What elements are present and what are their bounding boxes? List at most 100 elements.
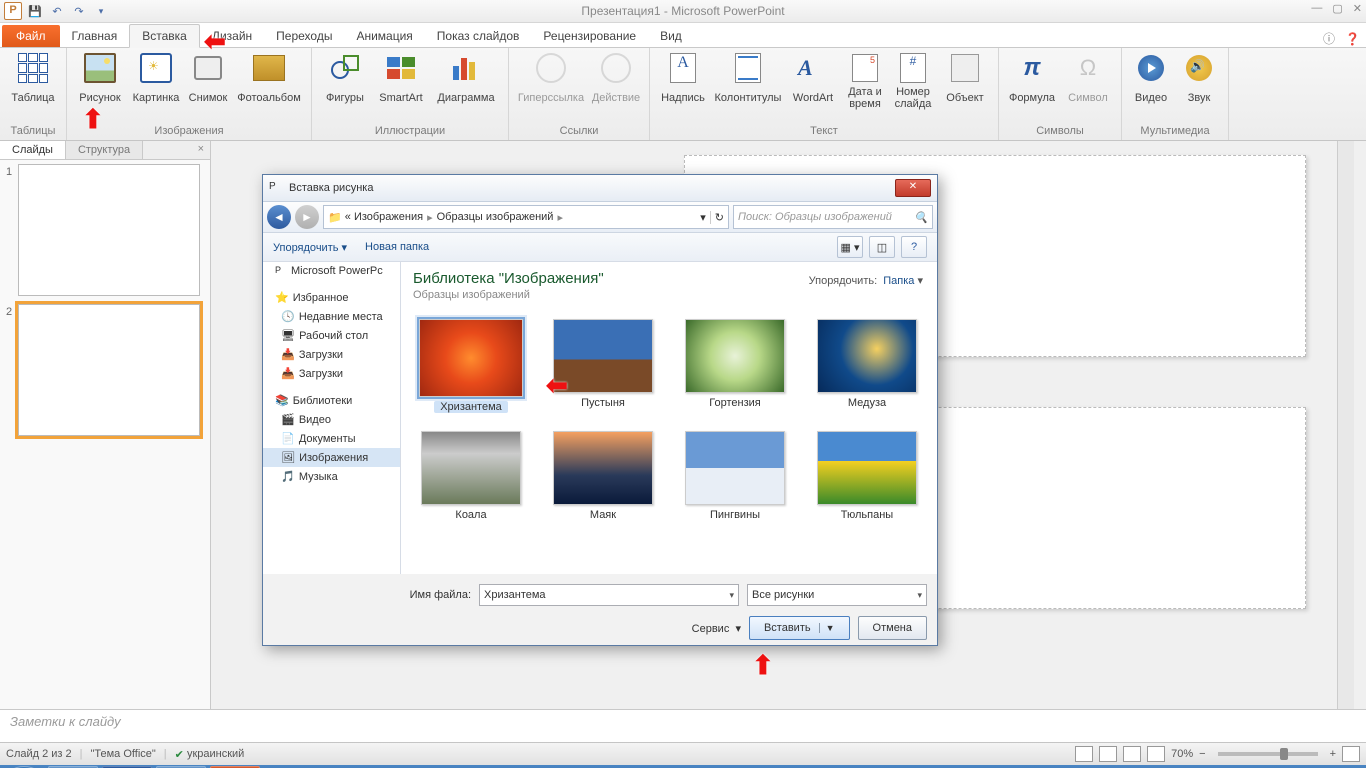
fit-window-button[interactable]: [1342, 746, 1360, 762]
ribbon-slidenumber-button[interactable]: Номер слайда: [890, 50, 936, 111]
file-item[interactable]: Тюльпаны: [809, 431, 925, 521]
address-breadcrumb[interactable]: 📁 « Изображения▸ Образцы изображений▸ ▾ …: [323, 205, 729, 229]
refresh-icon[interactable]: ↻: [710, 211, 724, 224]
insert-picture-dialog: P Вставка рисунка ✕ ◄ ► 📁 « Изображения▸…: [262, 174, 938, 646]
dialog-close-button[interactable]: ✕: [895, 179, 931, 197]
ribbon-equation-button[interactable]: πФормула: [1005, 50, 1059, 111]
tab-view[interactable]: Вид: [648, 25, 694, 47]
ribbon-clipart-button[interactable]: Картинка: [129, 50, 183, 111]
tree-recent[interactable]: 🕓 Недавние места: [263, 307, 400, 326]
filename-input[interactable]: Хризантема▾: [479, 584, 739, 606]
file-item[interactable]: Медуза: [809, 319, 925, 413]
notes-pane[interactable]: Заметки к слайду: [0, 709, 1366, 742]
tab-review[interactable]: Рецензирование: [531, 25, 648, 47]
status-language[interactable]: украинский: [187, 748, 244, 760]
ribbon-smartart-button[interactable]: SmartArt: [374, 50, 428, 111]
spellcheck-icon[interactable]: ✔: [175, 748, 184, 761]
tree-libraries[interactable]: 📚 Библиотеки: [263, 391, 400, 410]
ribbon-action-button[interactable]: Действие: [589, 50, 643, 111]
ribbon-help-icon[interactable]: ⓘ ❓: [1323, 30, 1360, 47]
zoom-slider[interactable]: [1218, 752, 1318, 756]
tree-desktop[interactable]: 🖥 Рабочий стол: [263, 326, 400, 345]
ribbon-table-button[interactable]: Таблица: [6, 50, 60, 111]
tab-file[interactable]: Файл: [2, 25, 60, 47]
tab-insert[interactable]: Вставка: [129, 24, 200, 48]
window-titlebar: P 💾 ↶ ↷ ▾ Презентация1 - Microsoft Power…: [0, 0, 1366, 23]
status-theme: "Тема Office": [91, 748, 156, 760]
file-item[interactable]: Коала: [413, 431, 529, 521]
view-options-button[interactable]: ▦ ▾: [837, 236, 863, 258]
zoom-in-icon[interactable]: +: [1330, 748, 1336, 760]
sort-control[interactable]: Упорядочить: Папка ▾: [809, 274, 923, 287]
cancel-button[interactable]: Отмена: [858, 616, 927, 640]
ribbon-textbox-button[interactable]: AНадпись: [656, 50, 710, 111]
shapes-icon: [331, 55, 359, 81]
file-item[interactable]: Пустыня: [545, 319, 661, 413]
close-icon[interactable]: ✕: [1353, 2, 1362, 15]
view-slideshow-button[interactable]: [1147, 746, 1165, 762]
view-reading-button[interactable]: [1123, 746, 1141, 762]
file-name: Медуза: [848, 397, 886, 409]
panel-tab-slides[interactable]: Слайды: [0, 141, 66, 159]
tab-transitions[interactable]: Переходы: [264, 25, 344, 47]
ribbon-object-button[interactable]: Объект: [938, 50, 992, 111]
vertical-scrollbar[interactable]: [1337, 141, 1354, 709]
tab-design[interactable]: Дизайн: [200, 25, 264, 47]
nav-forward-button[interactable]: ►: [295, 205, 319, 229]
tab-slideshow[interactable]: Показ слайдов: [425, 25, 532, 47]
file-item[interactable]: Хризантема: [413, 319, 529, 413]
preview-pane-button[interactable]: ◫: [869, 236, 895, 258]
ribbon-video-button[interactable]: Видео: [1128, 50, 1174, 111]
file-item[interactable]: Гортензия: [677, 319, 793, 413]
tree-downloads[interactable]: 📥 Загрузки: [263, 345, 400, 364]
slide-thumbnail-2[interactable]: [18, 304, 200, 436]
ribbon-screenshot-button[interactable]: Снимок: [185, 50, 231, 111]
dialog-titlebar[interactable]: P Вставка рисунка ✕: [263, 175, 937, 202]
tree-powerpoint[interactable]: PMicrosoft PowerPс: [263, 262, 400, 280]
symbol-icon: Ω: [1080, 55, 1096, 81]
panel-tab-outline[interactable]: Структура: [66, 141, 143, 159]
ribbon-chart-button[interactable]: Диаграмма: [430, 50, 502, 111]
tree-downloads2[interactable]: 📥 Загрузки: [263, 364, 400, 383]
filetype-filter[interactable]: Все рисунки▾: [747, 584, 927, 606]
slide-thumbnail-1[interactable]: [18, 164, 200, 296]
minimize-icon[interactable]: —: [1311, 2, 1322, 15]
new-folder-button[interactable]: Новая папка: [365, 241, 429, 253]
breadcrumb-dropdown-icon[interactable]: ▾: [700, 211, 706, 224]
ribbon-picture-button[interactable]: Рисунок: [73, 50, 127, 111]
ribbon-hyperlink-button[interactable]: Гиперссылка: [515, 50, 587, 111]
ribbon-photoalbum-button[interactable]: Фотоальбом: [233, 50, 305, 111]
tree-favorites[interactable]: ⭐ Избранное: [263, 288, 400, 307]
restore-icon[interactable]: ▢: [1332, 2, 1342, 15]
ribbon-audio-button[interactable]: Звук: [1176, 50, 1222, 111]
zoom-value: 70%: [1171, 748, 1193, 760]
organize-menu[interactable]: Упорядочить ▾: [273, 241, 347, 254]
tab-animations[interactable]: Анимация: [344, 25, 424, 47]
file-item[interactable]: Пингвины: [677, 431, 793, 521]
ribbon-wordart-button[interactable]: AWordArt: [786, 50, 840, 111]
tab-home[interactable]: Главная: [60, 25, 130, 47]
ribbon-symbol-button[interactable]: ΩСимвол: [1061, 50, 1115, 111]
ribbon-shapes-button[interactable]: Фигуры: [318, 50, 372, 111]
zoom-out-icon[interactable]: −: [1199, 748, 1205, 760]
insert-button[interactable]: Вставить▼: [749, 616, 850, 640]
help-button[interactable]: ?: [901, 236, 927, 258]
tree-pictures[interactable]: 🖼 Изображения: [263, 448, 400, 467]
folder-icon: 📁: [328, 211, 342, 224]
qat-save-icon[interactable]: 💾: [26, 2, 44, 20]
tree-music[interactable]: 🎵 Музыка: [263, 467, 400, 486]
panel-close-icon[interactable]: ×: [192, 141, 210, 159]
ribbon-datetime-button[interactable]: Дата и время: [842, 50, 888, 111]
tree-videos[interactable]: 🎬 Видео: [263, 410, 400, 429]
nav-back-button[interactable]: ◄: [267, 205, 291, 229]
view-normal-button[interactable]: [1075, 746, 1093, 762]
qat-redo-icon[interactable]: ↷: [70, 2, 88, 20]
qat-customize-icon[interactable]: ▾: [92, 2, 110, 20]
ribbon-headerfooter-button[interactable]: Колонтитулы: [712, 50, 784, 111]
qat-undo-icon[interactable]: ↶: [48, 2, 66, 20]
dialog-search-input[interactable]: Поиск: Образцы изображений 🔍: [733, 205, 933, 229]
tree-documents[interactable]: 📄 Документы: [263, 429, 400, 448]
tools-menu[interactable]: Сервис ▾: [692, 622, 741, 635]
view-sorter-button[interactable]: [1099, 746, 1117, 762]
file-item[interactable]: Маяк: [545, 431, 661, 521]
